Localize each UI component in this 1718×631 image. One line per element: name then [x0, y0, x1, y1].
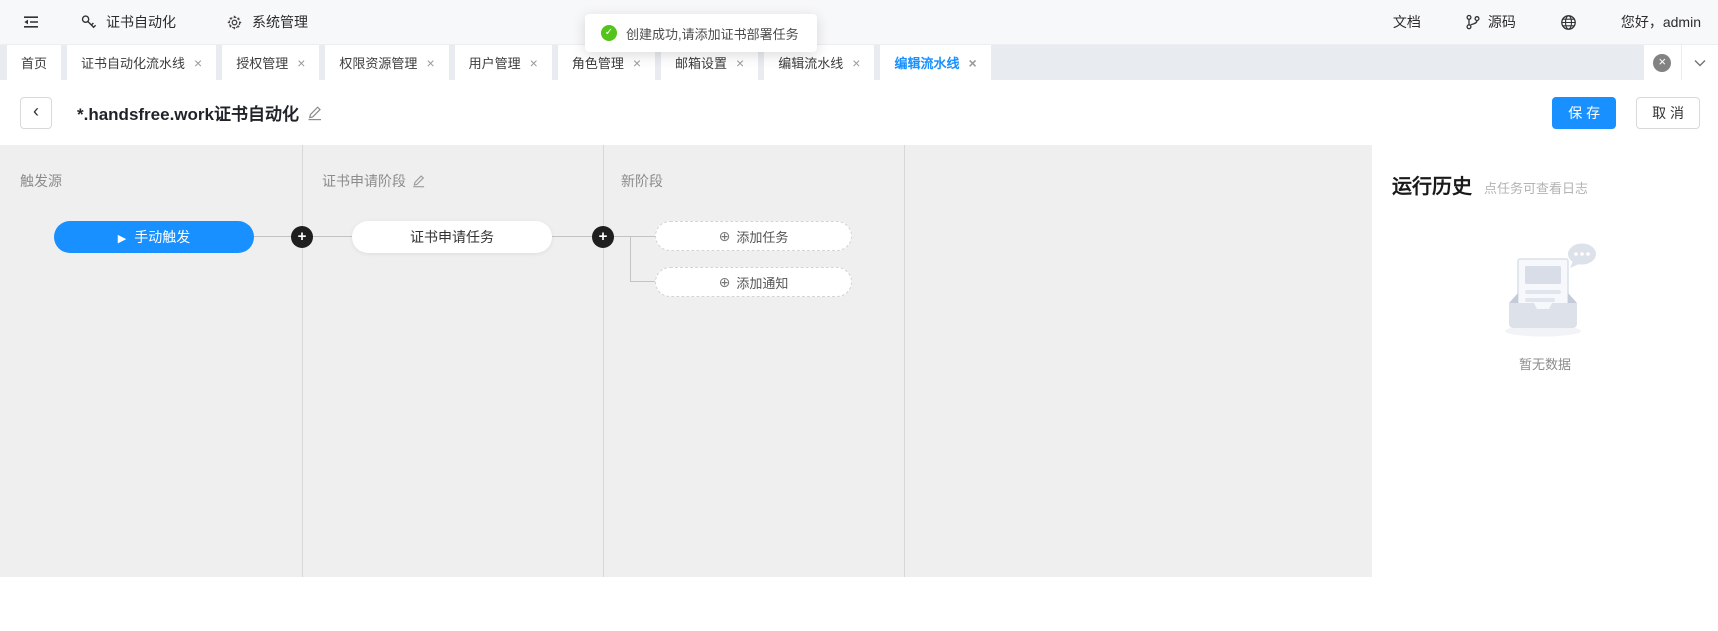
tab-bar-controls	[1644, 45, 1718, 80]
close-circle-icon	[1653, 54, 1671, 72]
trigger-node-manual[interactable]: 手动触发	[54, 221, 254, 253]
task-node-label: 证书申请任务	[410, 227, 494, 247]
tab-close-icon[interactable]: ×	[736, 56, 744, 70]
docs-link-label: 文档	[1393, 12, 1421, 32]
trigger-node-label: 手动触发	[134, 227, 190, 247]
tab-label: 用户管理	[469, 53, 521, 72]
user-greeting[interactable]: 您好，admin	[1621, 12, 1701, 32]
source-link-label: 源码	[1488, 12, 1516, 32]
nav-item-cert-automation[interactable]: 证书自动化	[80, 12, 176, 32]
success-check-icon	[601, 25, 617, 41]
save-button[interactable]: 保 存	[1552, 97, 1616, 129]
tab-0[interactable]: 首页	[7, 45, 61, 80]
cert-request-task-node[interactable]: 证书申请任务	[352, 221, 552, 253]
tab-label: 角色管理	[572, 53, 624, 72]
column-label-text: 触发源	[20, 171, 62, 191]
chevron-down-icon	[1694, 59, 1706, 67]
tab-1[interactable]: 证书自动化流水线 ×	[67, 45, 216, 80]
circle-plus-icon	[719, 274, 731, 291]
tab-close-icon[interactable]: ×	[194, 56, 202, 70]
tab-label: 证书自动化流水线	[81, 53, 185, 72]
edit-pencil-icon	[307, 105, 322, 121]
tab-label: 授权管理	[236, 53, 288, 72]
tab-close-icon[interactable]: ×	[297, 56, 305, 70]
pipeline-canvas: 触发源 证书申请阶段 新阶段 手动触发 证书申请任务 添	[0, 145, 1372, 577]
tab-label: 编辑流水线	[778, 53, 843, 72]
connector-line	[630, 281, 655, 282]
column-label-cert-stage: 证书申请阶段	[322, 171, 425, 191]
top-navbar: 证书自动化 系统管理 文档 源码	[0, 0, 1718, 45]
column-label-new-stage: 新阶段	[621, 171, 663, 191]
empty-state-text: 暂无数据	[1392, 354, 1698, 373]
add-stage-button[interactable]	[592, 226, 614, 248]
tab-close-icon[interactable]: ×	[852, 56, 860, 70]
add-notification-button[interactable]: 添加通知	[655, 267, 852, 297]
column-divider	[603, 145, 604, 577]
play-icon	[118, 229, 126, 245]
tab-bar: 首页证书自动化流水线×授权管理×权限资源管理×用户管理×角色管理×邮箱设置×编辑…	[0, 45, 1718, 80]
tab-2[interactable]: 授权管理 ×	[222, 45, 319, 80]
add-notification-label: 添加通知	[736, 273, 788, 292]
collapse-menu-icon	[22, 13, 40, 31]
empty-box-illustration	[1485, 239, 1605, 339]
pipeline-title: *.handsfree.work证书自动化	[77, 100, 299, 125]
source-code-link[interactable]: 源码	[1465, 12, 1516, 32]
tab-label: 首页	[21, 53, 47, 72]
sidebar-collapse-button[interactable]	[20, 11, 42, 33]
column-label-text: 新阶段	[621, 171, 663, 191]
tab-close-icon[interactable]: ×	[426, 56, 434, 70]
key-icon	[80, 14, 97, 31]
run-history-hint: 点任务可查看日志	[1484, 178, 1588, 197]
column-divider	[904, 145, 905, 577]
tab-close-icon[interactable]: ×	[968, 56, 976, 70]
tab-4[interactable]: 用户管理 ×	[455, 45, 552, 80]
edit-pencil-icon[interactable]	[412, 174, 425, 188]
tab-3[interactable]: 权限资源管理 ×	[325, 45, 448, 80]
column-label-trigger: 触发源	[20, 171, 62, 191]
toast-message: 创建成功,请添加证书部署任务	[626, 24, 799, 43]
language-button[interactable]	[1560, 14, 1577, 31]
run-history-title: 运行历史	[1392, 170, 1472, 199]
add-task-label: 添加任务	[736, 227, 788, 246]
nav-item-label: 证书自动化	[106, 12, 176, 32]
add-task-button[interactable]: 添加任务	[655, 221, 852, 251]
tab-label: 权限资源管理	[339, 53, 417, 72]
back-button[interactable]: ‹	[20, 97, 52, 129]
tab-label: 编辑流水线	[894, 53, 959, 72]
column-divider	[302, 145, 303, 577]
tab-8-active[interactable]: 编辑流水线 ×	[880, 45, 990, 80]
nav-item-label: 系统管理	[252, 12, 308, 32]
column-label-text: 证书申请阶段	[322, 171, 406, 191]
run-history-panel: 运行历史 点任务可查看日志 暂无数据	[1372, 145, 1718, 631]
pipeline-editor-header: ‹ *.handsfree.work证书自动化 保 存 取 消	[0, 80, 1718, 145]
tab-close-icon[interactable]: ×	[633, 56, 641, 70]
close-all-tabs-button[interactable]	[1644, 45, 1681, 80]
git-branch-icon	[1465, 14, 1480, 30]
user-greeting-label: 您好，admin	[1621, 12, 1701, 32]
main-area: 触发源 证书申请阶段 新阶段 手动触发 证书申请任务 添	[0, 145, 1718, 631]
toast-success: 创建成功,请添加证书部署任务	[585, 14, 817, 52]
nav-item-system-management[interactable]: 系统管理	[226, 12, 308, 32]
globe-icon	[1560, 14, 1577, 31]
edit-title-button[interactable]	[307, 105, 322, 121]
cancel-button[interactable]: 取 消	[1636, 97, 1700, 129]
gear-icon	[226, 14, 243, 31]
empty-state: 暂无数据	[1392, 239, 1698, 373]
tab-close-icon[interactable]: ×	[530, 56, 538, 70]
tab-strip: 首页证书自动化流水线×授权管理×权限资源管理×用户管理×角色管理×邮箱设置×编辑…	[7, 45, 997, 80]
tab-label: 邮箱设置	[675, 53, 727, 72]
connector-branch-line	[630, 237, 631, 282]
circle-plus-icon	[719, 228, 731, 245]
add-stage-button[interactable]	[291, 226, 313, 248]
tab-options-dropdown[interactable]	[1681, 45, 1718, 80]
docs-link[interactable]: 文档	[1393, 12, 1421, 32]
